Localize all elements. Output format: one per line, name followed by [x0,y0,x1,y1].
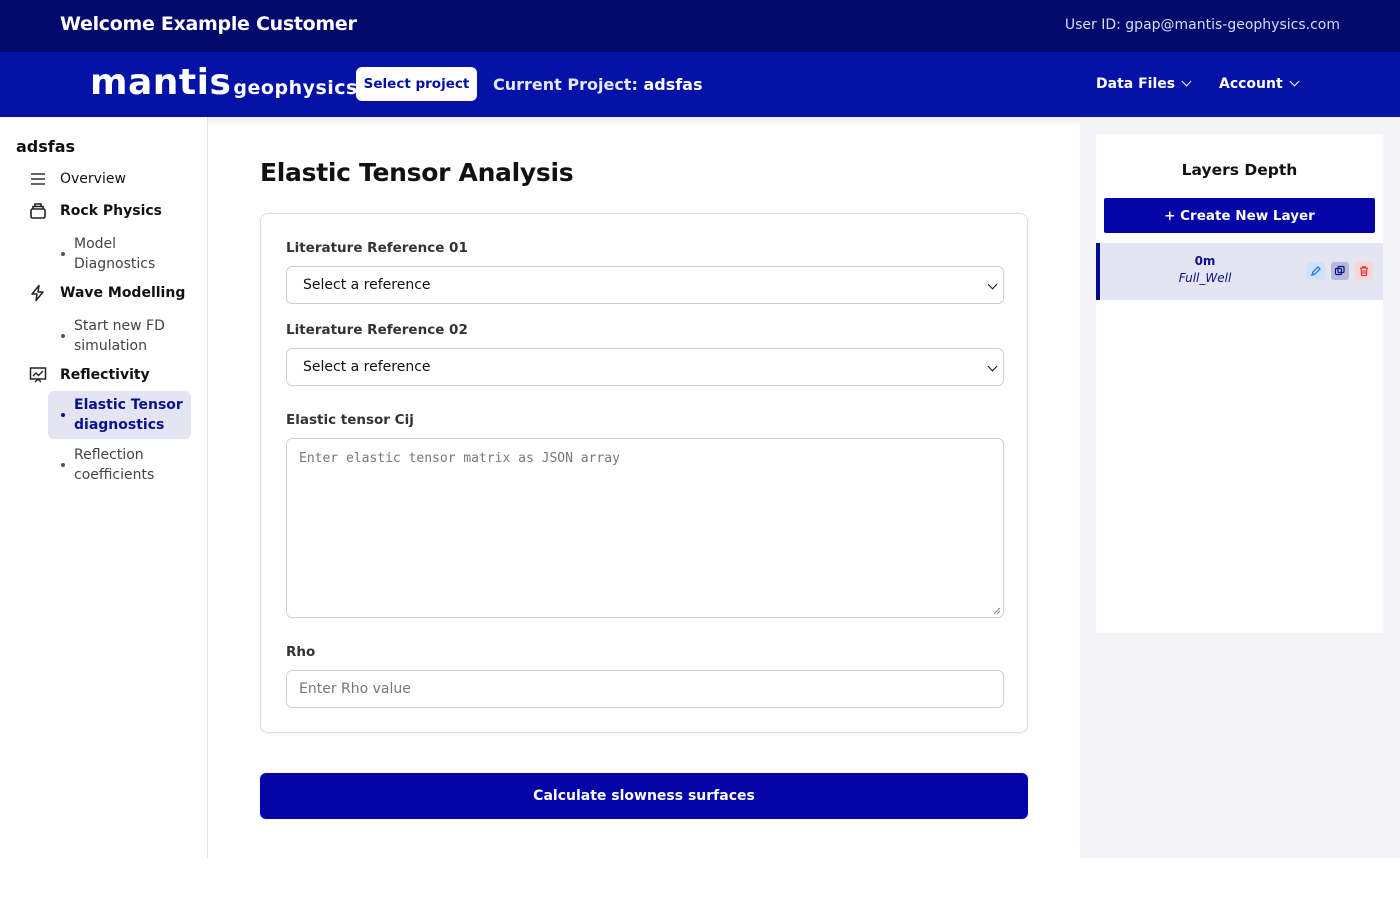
logo[interactable]: mantis geophysics [90,62,358,103]
cij-placeholder: Enter elastic tensor matrix as JSON arra… [299,451,620,466]
reference-01-select[interactable]: Select a reference [286,266,1004,304]
trash-icon[interactable] [1355,262,1373,280]
nav-bar: mantis geophysics Select project Current … [0,52,1400,117]
account-label: Account [1219,76,1283,92]
sidebar-subitem-reflection-coefficients[interactable]: Reflection coefficients [48,441,191,489]
layers-card: Layers Depth + Create New Layer 0m Full_… [1096,134,1383,633]
reference-02-select[interactable]: Select a reference [286,348,1004,386]
top-bar: Welcome Example Customer User ID: gpap@m… [0,0,1400,52]
account-menu[interactable]: Account [1219,76,1300,92]
data-files-label: Data Files [1096,76,1176,92]
reference-02-value: Select a reference [303,359,431,375]
copy-icon[interactable] [1331,262,1349,280]
reference-01-value: Select a reference [303,277,431,293]
sidebar: adsfas Overview Rock Physics Model Diagn… [0,117,208,858]
resize-handle-icon[interactable] [993,607,1001,615]
sidebar-item-label: Reflectivity [60,367,150,383]
ref2-label: Literature Reference 02 [286,322,468,338]
chevron-down-icon [1289,76,1300,87]
layer-name: Full_Well [1178,271,1232,285]
logo-sub: geophysics [233,77,358,99]
chevron-down-icon [987,361,998,372]
sidebar-subitem-start-fd[interactable]: Start new FD simulation [48,312,191,360]
lightning-icon [28,283,48,303]
main-content: Elastic Tensor Analysis Literature Refer… [208,117,1080,858]
chevron-down-icon [987,279,998,290]
layer-row[interactable]: 0m Full_Well [1096,243,1383,300]
welcome-text: Welcome Example Customer [60,13,357,35]
current-project: Current Project: adsfas [493,75,703,94]
layers-title: Layers Depth [1181,161,1298,179]
logo-main: mantis [90,62,232,103]
rho-input[interactable]: Enter Rho value [286,670,1004,708]
sidebar-item-rock-physics[interactable]: Rock Physics [28,200,162,222]
rho-label: Rho [286,644,316,660]
sidebar-subitem-model-diagnostics[interactable]: Model Diagnostics [48,230,191,278]
sidebar-item-overview[interactable]: Overview [28,168,126,190]
layer-depth: 0m [1194,254,1216,268]
elastic-tensor-textarea[interactable]: Enter elastic tensor matrix as JSON arra… [286,438,1004,618]
menu-icon [28,169,48,189]
page-title: Elastic Tensor Analysis [260,158,574,187]
sidebar-item-label: Wave Modelling [60,285,186,301]
sidebar-item-reflectivity[interactable]: Reflectivity [28,364,150,386]
cij-label: Elastic tensor Cij [286,412,414,428]
layers-icon [28,201,48,221]
chevron-down-icon [1181,76,1192,87]
chart-icon [28,365,48,385]
data-files-menu[interactable]: Data Files [1096,76,1192,92]
select-project-button[interactable]: Select project [356,67,477,101]
header-shadow [208,117,1080,127]
sidebar-item-wave-modelling[interactable]: Wave Modelling [28,282,185,304]
current-project-name: adsfas [643,75,703,94]
edit-icon[interactable] [1307,262,1325,280]
sidebar-subitem-elastic-tensor[interactable]: Elastic Tensor diagnostics [48,391,191,439]
form-card: Literature Reference 01 Select a referen… [260,213,1028,733]
create-layer-button[interactable]: + Create New Layer [1104,198,1375,233]
ref1-label: Literature Reference 01 [286,240,468,256]
layers-panel: Layers Depth + Create New Layer 0m Full_… [1080,117,1400,858]
sidebar-project-name: adsfas [16,137,76,156]
sidebar-item-label: Rock Physics [60,203,162,219]
rho-placeholder: Enter Rho value [299,681,411,697]
current-project-label: Current Project: [493,75,638,94]
sidebar-item-label: Overview [60,171,126,187]
calculate-slowness-button[interactable]: Calculate slowness surfaces [260,773,1028,819]
user-id: User ID: gpap@mantis-geophysics.com [1064,17,1340,33]
